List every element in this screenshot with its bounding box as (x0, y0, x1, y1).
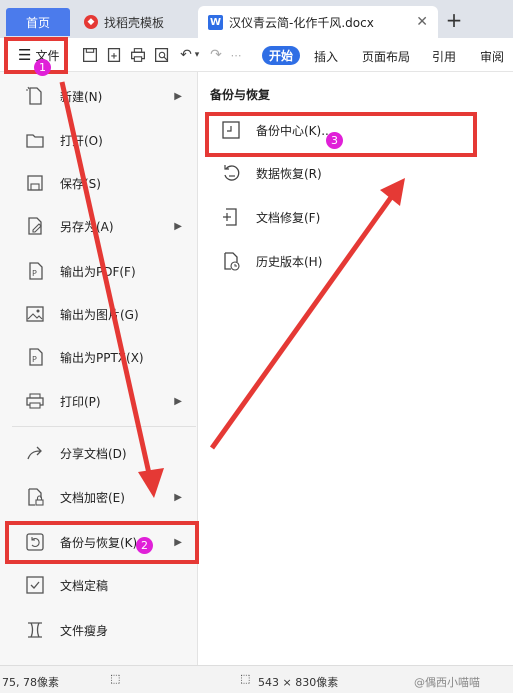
step-badge-3: 3 (326, 132, 343, 149)
tab-document[interactable]: W 汉仪青云简-化作千风.docx ✕ (198, 6, 438, 38)
canvas-size: 543 × 830像素 (258, 676, 339, 689)
canvas-size-icon: ⬚ (240, 672, 251, 685)
highlight-box-backup (5, 521, 199, 564)
selection-icon: ⬚ (110, 672, 121, 685)
menu-item-share-label: 分享文档(D) (60, 446, 127, 461)
more-icon[interactable]: ⋯ (226, 45, 246, 65)
chevron-right-icon: ▶ (174, 90, 182, 102)
lock-doc-icon (24, 486, 46, 508)
pdf-icon: P (24, 260, 46, 282)
docer-logo-icon: ◆ (84, 15, 98, 29)
undo-dropdown-icon[interactable]: ▾ (192, 45, 202, 65)
submenu-title: 备份与恢复 (210, 88, 271, 102)
tab-templates-label: 找稻壳模板 (104, 15, 165, 30)
image-icon (24, 303, 46, 325)
chevron-right-icon: ▶ (174, 220, 182, 232)
menu-item-finalize-label: 文档定稿 (60, 578, 109, 593)
word-logo-icon: W (208, 14, 223, 30)
cursor-position: 75, 78像素 (2, 676, 59, 689)
pptx-icon: P (24, 346, 46, 368)
menu-item-save[interactable]: 保存(S) (24, 168, 194, 198)
save-as-icon (24, 215, 46, 237)
toolbar: ☰ 文件 ↶ ▾ ↷ ⋯ 开始 插入 页面布局 引用 审阅 (0, 38, 513, 72)
submenu-item-doc-repair-label: 文档修复(F) (256, 210, 321, 225)
watermark: @偶西小喵喵 (414, 676, 480, 689)
preview-tool-icon[interactable] (152, 45, 172, 65)
tab-bar: 首页 ◆ 找稻壳模板 W 汉仪青云简-化作千风.docx ✕ + (0, 0, 513, 38)
data-recovery-icon (220, 162, 242, 184)
menu-item-save-label: 保存(S) (60, 176, 101, 191)
menu-item-export-pdf-label: 输出为PDF(F) (60, 264, 136, 279)
ribbon-tab-start-label: 开始 (268, 49, 293, 63)
tab-home[interactable]: 首页 (6, 8, 70, 36)
menu-item-save-as[interactable]: 另存为(A) ▶ (24, 211, 194, 241)
submenu-item-history[interactable]: 历史版本(H) (220, 246, 322, 276)
menu-item-export-pdf[interactable]: P 输出为PDF(F) (24, 256, 194, 286)
new-doc-icon (24, 85, 46, 107)
ribbon-tab-start[interactable]: 开始 (262, 46, 300, 65)
menu-item-export-image-label: 输出为图片(G) (60, 307, 139, 322)
svg-text:P: P (32, 355, 37, 364)
menu-item-encrypt[interactable]: 文档加密(E) ▶ (24, 482, 194, 512)
export-tool-icon[interactable] (104, 45, 124, 65)
close-tab-icon[interactable]: ✕ (416, 14, 428, 30)
slim-icon (24, 619, 46, 641)
redo-icon[interactable]: ↷ (206, 45, 226, 65)
menu-item-slim-label: 文件瘦身 (60, 623, 109, 638)
menu-item-encrypt-label: 文档加密(E) (60, 490, 125, 505)
menu-item-new[interactable]: 新建(N) ▶ (24, 81, 194, 111)
status-bar: 75, 78像素 ⬚ ⬚ 543 × 830像素 @偶西小喵喵 (0, 665, 513, 693)
menu-item-export-pptx-label: 输出为PPTX(X) (60, 350, 144, 365)
submenu-item-data-recovery-label: 数据恢复(R) (256, 166, 322, 181)
tab-templates[interactable]: ◆ 找稻壳模板 (76, 6, 194, 38)
menu-item-save-as-label: 另存为(A) (60, 219, 114, 234)
submenu-item-doc-repair[interactable]: 文档修复(F) (220, 202, 320, 232)
menu-item-new-label: 新建(N) (60, 89, 103, 104)
save-icon (24, 172, 46, 194)
tab-home-label: 首页 (25, 15, 50, 30)
chevron-right-icon: ▶ (174, 395, 182, 407)
menu-divider (12, 426, 196, 427)
ribbon-tab-review[interactable]: 审阅 (480, 48, 504, 65)
ribbon-tab-insert[interactable]: 插入 (314, 48, 338, 65)
menu-item-share[interactable]: 分享文档(D) (24, 438, 194, 468)
menu-item-open[interactable]: 打开(O) (24, 125, 194, 155)
ribbon-tab-layout[interactable]: 页面布局 (362, 48, 410, 65)
tab-document-label: 汉仪青云简-化作千风.docx (229, 15, 374, 30)
save-tool-icon[interactable] (80, 45, 100, 65)
submenu-item-history-label: 历史版本(H) (256, 254, 323, 269)
doc-repair-icon (220, 206, 242, 228)
new-tab-icon[interactable]: + (442, 8, 466, 32)
menu-item-finalize[interactable]: 文档定稿 (24, 570, 194, 600)
print-tool-icon[interactable] (128, 45, 148, 65)
ribbon-tab-references[interactable]: 引用 (432, 48, 456, 65)
menu-item-print-label: 打印(P) (60, 394, 101, 409)
share-icon (24, 442, 46, 464)
menu-item-print[interactable]: 打印(P) ▶ (24, 386, 194, 416)
step-badge-2: 2 (136, 537, 153, 554)
menu-item-open-label: 打开(O) (60, 133, 103, 148)
menu-item-export-pptx[interactable]: P 输出为PPTX(X) (24, 342, 194, 372)
menu-item-slim[interactable]: 文件瘦身 (24, 615, 194, 645)
folder-icon (24, 129, 46, 151)
history-icon (220, 250, 242, 272)
step-badge-1: 1 (34, 59, 51, 76)
menu-item-export-image[interactable]: 输出为图片(G) (24, 299, 194, 329)
chevron-right-icon: ▶ (174, 491, 182, 503)
svg-text:P: P (32, 269, 37, 278)
backup-submenu: 备份与恢复 备份中心(K)... 数据恢复(R) 文档修复(F) 历史版本(H) (198, 72, 513, 665)
finalize-icon (24, 574, 46, 596)
submenu-item-data-recovery[interactable]: 数据恢复(R) (220, 158, 322, 188)
print-icon (24, 390, 46, 412)
